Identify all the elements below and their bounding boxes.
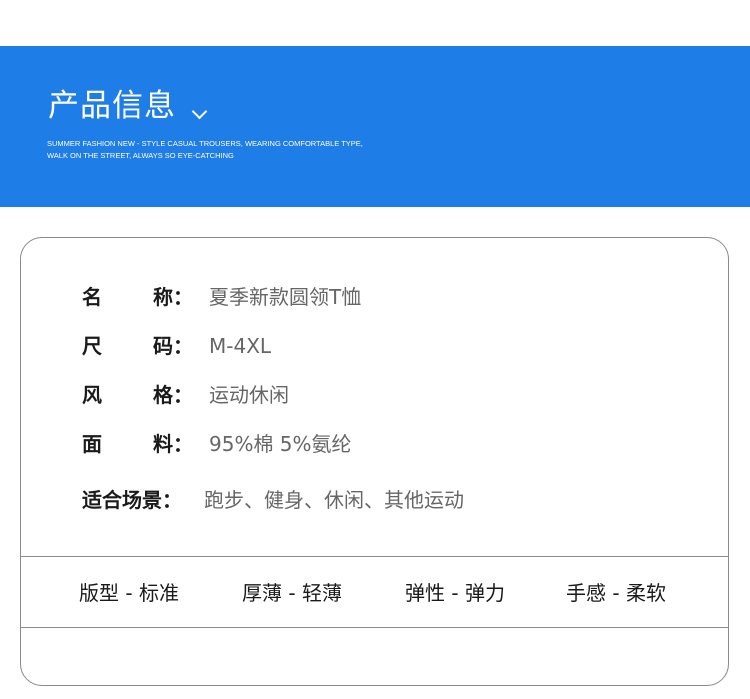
attribute-thickness: 厚薄 - 轻薄 xyxy=(242,581,342,605)
banner-subtitle: SUMMER FASHION NEW - STYLE CASUAL TROUSE… xyxy=(47,138,367,162)
product-info-banner xyxy=(0,46,750,207)
spec-value-name: 夏季新款圆领T恤 xyxy=(209,285,362,309)
product-spec-card xyxy=(20,237,729,686)
banner-subtitle-line-1: SUMMER FASHION NEW - STYLE CASUAL TROUSE… xyxy=(47,139,363,148)
attribute-fit: 版型 - 标准 xyxy=(79,581,179,605)
banner-subtitle-line-2: WALK ON THE STREET, ALWAYS SO EYE-CATCHI… xyxy=(47,151,234,160)
divider-bottom xyxy=(20,627,729,628)
spec-value-style: 运动休闲 xyxy=(209,383,289,407)
scene-label: 适合场景： xyxy=(82,488,182,512)
attribute-feel: 手感 - 柔软 xyxy=(566,581,666,605)
divider-top xyxy=(20,556,729,557)
spec-value-size: M-4XL xyxy=(209,334,272,358)
spec-row-scene: 适合场景： 跑步、健身、休闲、其他运动 xyxy=(82,485,464,515)
attribute-elasticity: 弹性 - 弹力 xyxy=(405,581,505,605)
spec-value-material: 95%棉 5%氨纶 xyxy=(209,432,352,456)
banner-title: 产品信息 xyxy=(48,88,176,124)
scene-value: 跑步、健身、休闲、其他运动 xyxy=(204,488,464,512)
